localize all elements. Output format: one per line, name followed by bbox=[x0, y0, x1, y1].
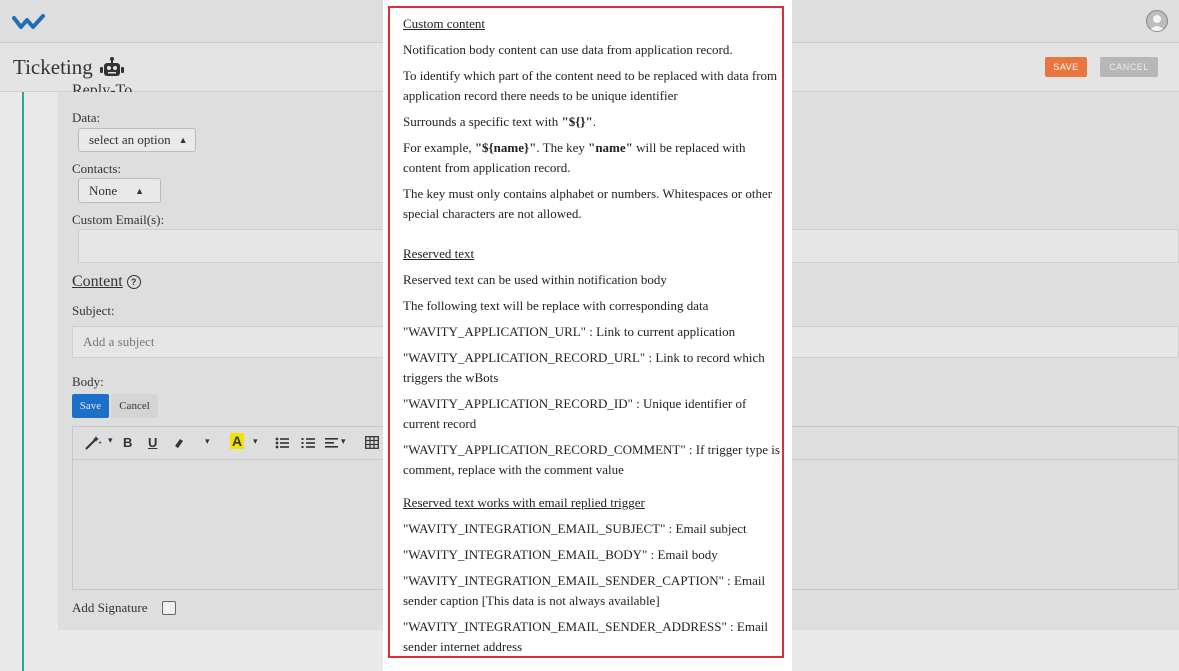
page-title-text: Ticketing bbox=[13, 55, 93, 79]
data-select[interactable]: select an option ▲︎ bbox=[78, 128, 196, 152]
chevron-down-icon[interactable]: ▾ bbox=[205, 436, 210, 447]
data-select-value: select an option bbox=[89, 132, 171, 147]
popover-text-part: For example, bbox=[403, 140, 475, 155]
popover-text-part: . The key bbox=[536, 140, 589, 155]
underline-button[interactable]: U bbox=[148, 435, 157, 450]
reserved-text-heading: Reserved text bbox=[403, 246, 475, 261]
ordered-list-icon[interactable] bbox=[301, 437, 315, 449]
popover-text-part: . bbox=[592, 114, 596, 129]
custom-email-label: Custom Email(s): bbox=[72, 212, 165, 227]
popover-text-bold: "${name}" bbox=[474, 140, 537, 155]
popover-text-part: will be replaced with bbox=[632, 140, 746, 155]
select-caret-icon: ▲︎ bbox=[178, 135, 188, 145]
cancel-button[interactable]: CANCEL bbox=[1100, 57, 1158, 77]
robot-icon bbox=[99, 56, 124, 76]
user-avatar-icon[interactable] bbox=[1146, 10, 1168, 32]
wavity-logo-icon[interactable] bbox=[12, 12, 46, 32]
add-signature-checkbox[interactable] bbox=[162, 601, 176, 615]
table-icon[interactable] bbox=[365, 436, 379, 449]
content-heading-text: Content bbox=[72, 273, 123, 290]
popover-text: Reserved text can be used within notific… bbox=[403, 272, 667, 287]
chevron-down-icon[interactable]: ▾ bbox=[341, 436, 346, 447]
popover-text-part: Surrounds a specific text with bbox=[403, 114, 562, 129]
popover-text: To identify which part of the content ne… bbox=[403, 68, 778, 83]
popover-text: "WAVITY_APPLICATION_RECORD_ID" : Unique … bbox=[403, 396, 747, 411]
magic-wand-icon[interactable] bbox=[83, 435, 103, 451]
bold-button[interactable]: B bbox=[123, 435, 132, 450]
body-cancel-button[interactable]: Cancel bbox=[111, 394, 158, 418]
help-popover: Custom content Notification body content… bbox=[383, 0, 792, 671]
popover-text: Surrounds a specific text with "${}". bbox=[403, 112, 596, 132]
popover-text: "WAVITY_INTEGRATION_EMAIL_SENDER_CAPTION… bbox=[403, 573, 766, 588]
add-signature-label: Add Signature bbox=[72, 600, 148, 615]
contacts-select[interactable]: None ▲︎ bbox=[78, 178, 161, 203]
popover-text: The following text will be replace with … bbox=[403, 298, 709, 313]
popover-text: special characters are not allowed. bbox=[403, 206, 582, 221]
popover-text: Notification body content can use data f… bbox=[403, 42, 733, 57]
popover-text: "WAVITY_INTEGRATION_EMAIL_BODY" : Email … bbox=[403, 547, 718, 562]
page-title: Ticketing bbox=[13, 55, 125, 80]
popover-text: The key must only contains alphabet or n… bbox=[403, 186, 773, 201]
popover-text: "WAVITY_INTEGRATION_EMAIL_SENDER_ADDRESS… bbox=[403, 619, 768, 634]
subject-placeholder: Add a subject bbox=[83, 334, 155, 349]
popover-text: sender caption [This data is not always … bbox=[403, 593, 660, 608]
popover-text: application record there needs to be uni… bbox=[403, 88, 678, 103]
highlight-color-button[interactable]: A bbox=[230, 433, 245, 449]
popover-text: "WAVITY_APPLICATION_RECORD_COMMENT" : If… bbox=[403, 442, 780, 457]
chevron-down-icon[interactable]: ▾ bbox=[253, 436, 258, 447]
data-label: Data: bbox=[72, 110, 101, 125]
popover-text: current record bbox=[403, 416, 477, 431]
save-button[interactable]: SAVE bbox=[1045, 57, 1087, 77]
popover-text: "WAVITY_APPLICATION_URL" : Link to curre… bbox=[403, 324, 736, 339]
custom-content-heading: Custom content bbox=[403, 16, 485, 31]
select-caret-icon: ▲︎ bbox=[135, 185, 145, 196]
unordered-list-icon[interactable] bbox=[275, 437, 289, 449]
body-save-button[interactable]: Save bbox=[72, 394, 109, 418]
reply-to-heading: Reply-To bbox=[72, 82, 133, 92]
popover-text: sender internet address bbox=[403, 639, 523, 654]
body-label: Body: bbox=[72, 374, 104, 389]
content-heading: Content? bbox=[72, 273, 141, 291]
subject-label: Subject: bbox=[72, 303, 115, 318]
help-popover-box: Custom content Notification body content… bbox=[388, 6, 784, 658]
help-icon[interactable]: ? bbox=[126, 275, 141, 289]
popover-text-bold: "${}" bbox=[561, 114, 593, 129]
eraser-icon[interactable] bbox=[173, 437, 185, 449]
popover-text: content from application record. bbox=[403, 160, 571, 175]
popover-text-bold: "name" bbox=[588, 140, 633, 155]
popover-text: comment, replace with the comment value bbox=[403, 462, 624, 477]
popover-text: triggers the wBots bbox=[403, 370, 499, 385]
popover-text: "WAVITY_INTEGRATION_EMAIL_SUBJECT" : Ema… bbox=[403, 521, 747, 536]
popover-text: "WAVITY_APPLICATION_RECORD_URL" : Link t… bbox=[403, 350, 765, 365]
email-trigger-heading: Reserved text works with email replied t… bbox=[403, 495, 645, 510]
chevron-down-icon[interactable]: ▾ bbox=[108, 435, 113, 446]
left-accent-line bbox=[22, 92, 24, 671]
contacts-select-value: None bbox=[89, 182, 118, 198]
contacts-label: Contacts: bbox=[72, 161, 122, 176]
align-icon[interactable] bbox=[325, 437, 339, 449]
popover-text: For example, "${name}". The key "name" w… bbox=[403, 138, 746, 158]
